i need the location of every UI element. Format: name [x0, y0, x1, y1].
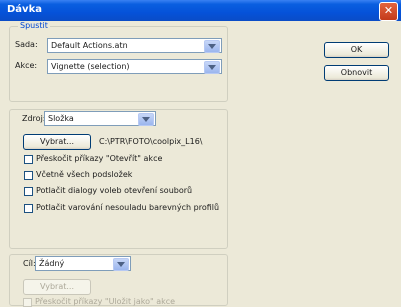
option-subfolders-checkbox[interactable] — [24, 171, 33, 180]
set-select[interactable]: Default Actions.atn — [47, 38, 222, 53]
source-select-value: Složka — [48, 114, 74, 123]
destination-select-value: Žádný — [39, 259, 65, 268]
set-select-value: Default Actions.atn — [51, 41, 128, 50]
source-group: Zdroj: Složka Vybrat... C:\PTR\FOTO\cool… — [9, 109, 228, 249]
option-skip-open-label: Přeskočit příkazy "Otevřít" akce — [36, 154, 163, 163]
ok-button[interactable]: OK — [324, 42, 389, 58]
window-title: Dávka — [7, 4, 42, 15]
title-bar: Dávka ✕ — [0, 0, 401, 21]
play-group-legend: Spustit — [18, 21, 50, 30]
option-suppress-warnings-label: Potlačit varování nesouladu barevných pr… — [36, 203, 220, 212]
source-path: C:\PTR\FOTO\coolpix_L16\ — [99, 137, 203, 146]
chevron-down-icon[interactable] — [113, 258, 129, 271]
reset-button[interactable]: Obnovit — [324, 65, 389, 81]
option-suppress-dialogs-label: Potlačit dialogy voleb otevření souborů — [36, 186, 193, 195]
close-icon[interactable]: ✕ — [379, 2, 398, 21]
destination-select[interactable]: Žádný — [35, 256, 131, 271]
chevron-down-icon[interactable] — [204, 61, 220, 74]
option-suppress-warnings-checkbox[interactable] — [24, 204, 33, 213]
action-select-value: Vignette (selection) — [51, 62, 130, 71]
option-skip-open-checkbox[interactable] — [24, 155, 33, 164]
source-label: Zdroj: — [21, 114, 47, 123]
destination-skip-save-checkbox[interactable] — [23, 298, 32, 307]
set-label: Sada: — [15, 40, 38, 49]
option-subfolders-label: Včetně všech podsložek — [36, 170, 133, 179]
source-select[interactable]: Složka — [44, 111, 156, 126]
source-choose-button[interactable]: Vybrat... — [23, 134, 91, 150]
destination-skip-save-label: Přeskočit příkazy "Uložit jako" akce — [35, 297, 176, 306]
destination-group: Cíl: Žádný Vybrat... Přeskočit příkazy "… — [9, 254, 228, 307]
action-select[interactable]: Vignette (selection) — [47, 59, 222, 74]
action-label: Akce: — [15, 61, 38, 70]
play-group: Spustit Sada: Default Actions.atn Akce: … — [9, 21, 228, 102]
chevron-down-icon[interactable] — [138, 113, 154, 126]
dialog-body: Spustit Sada: Default Actions.atn Akce: … — [0, 21, 401, 307]
chevron-down-icon[interactable] — [204, 40, 220, 53]
option-suppress-dialogs-checkbox[interactable] — [24, 187, 33, 196]
